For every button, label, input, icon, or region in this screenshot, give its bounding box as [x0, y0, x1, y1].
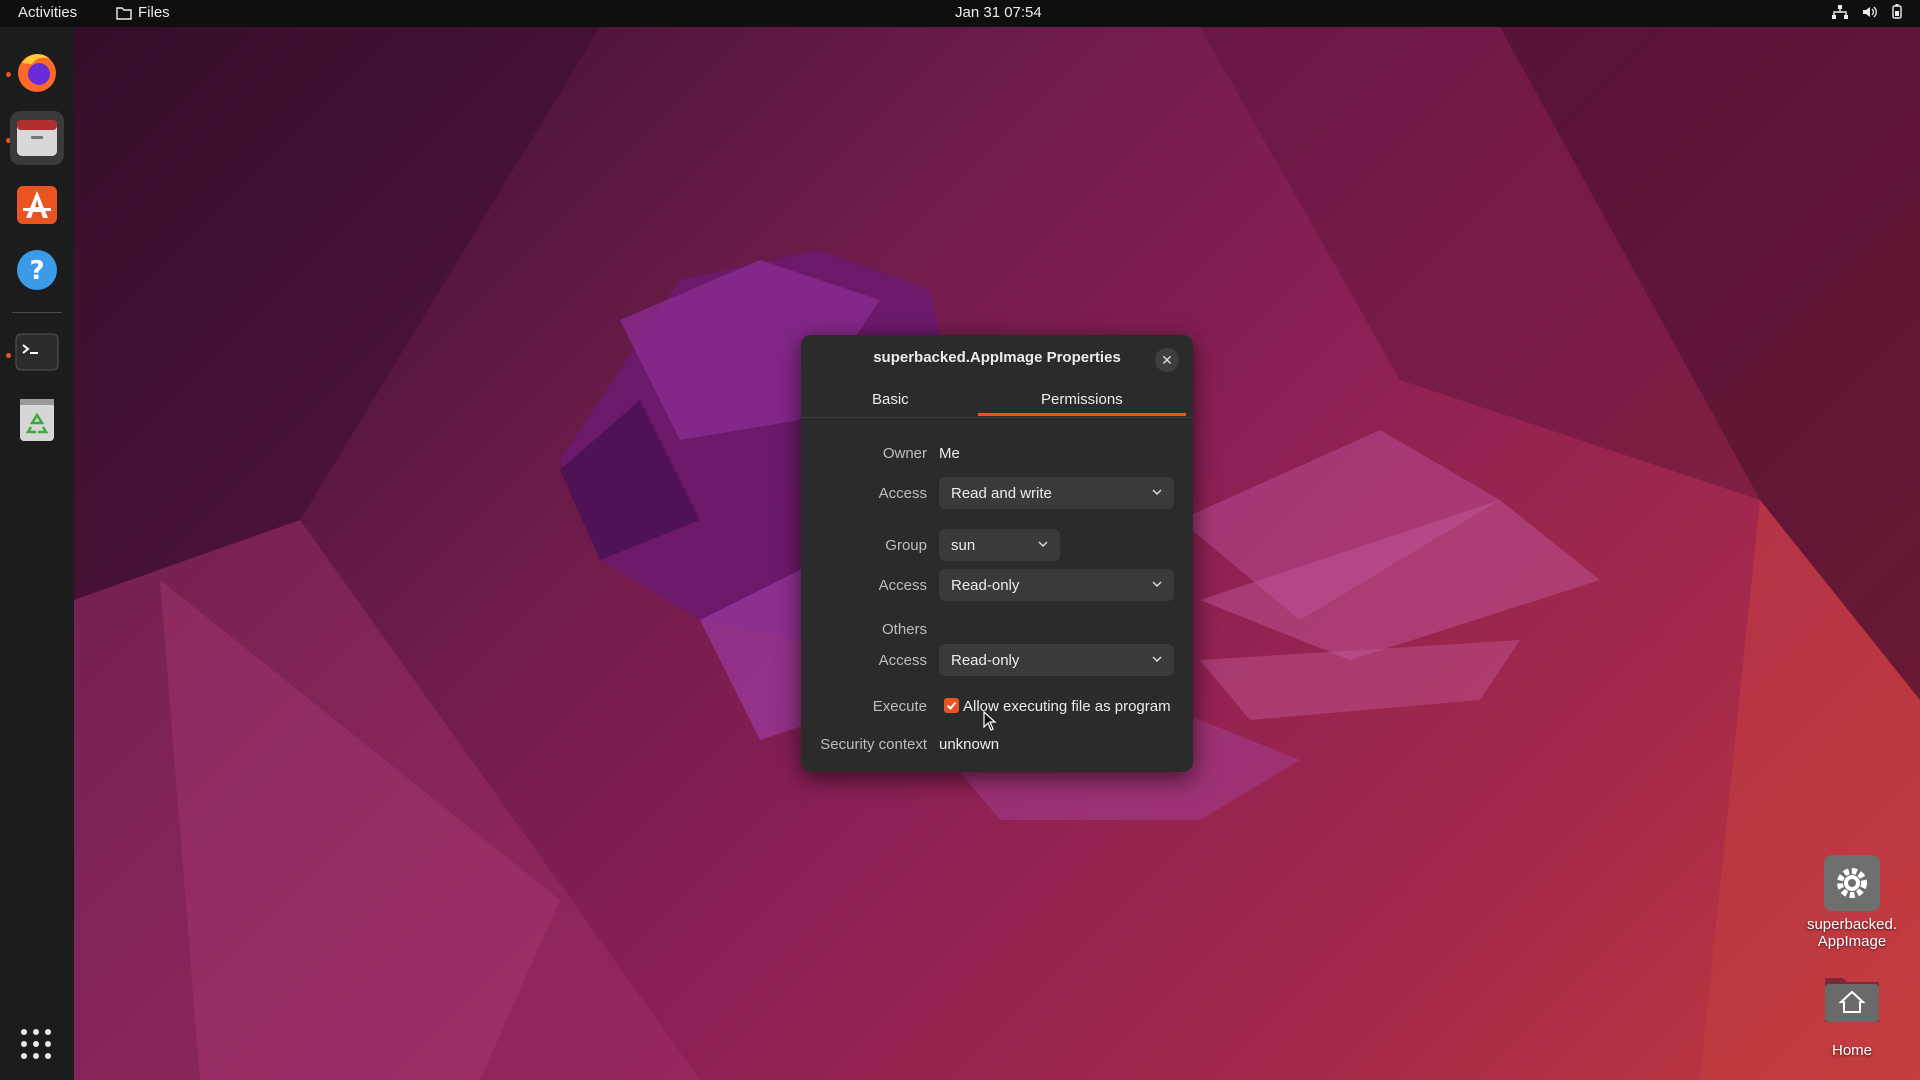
dock-firefox[interactable]	[10, 45, 64, 99]
security-context-value: unknown	[939, 736, 1000, 753]
group-access-value: Read-only	[951, 576, 1020, 594]
help-icon: ?	[17, 250, 57, 290]
desktop-icon-label: AppImage	[1817, 933, 1887, 950]
svg-text:?: ?	[29, 256, 44, 286]
app-menu-button[interactable]: Files	[116, 4, 170, 21]
others-access-label: Access	[878, 652, 927, 669]
dock-app-center[interactable]	[10, 177, 64, 231]
group-access-dropdown[interactable]: Read-only	[939, 569, 1174, 601]
owner-access-value: Read and write	[951, 484, 1052, 502]
checkmark-icon	[946, 701, 957, 710]
files-icon	[17, 120, 57, 156]
desktop-icon-label: Home	[1831, 1042, 1872, 1059]
chevron-down-icon	[1152, 489, 1162, 496]
desktop-icon-superbacked[interactable]: superbacked. AppImage	[1797, 854, 1907, 950]
battery-icon	[1892, 4, 1902, 19]
firefox-icon	[18, 54, 56, 92]
owner-value: Me	[939, 445, 960, 462]
group-access-label: Access	[878, 577, 927, 594]
trash-icon	[20, 399, 54, 441]
system-status-area[interactable]	[1832, 4, 1902, 19]
group-value: sun	[951, 536, 976, 554]
gear-icon	[1824, 855, 1880, 911]
group-label: Group	[885, 537, 927, 554]
desktop-icon-home[interactable]: Home	[1797, 972, 1907, 1059]
desktop-icon-label: superbacked.	[1806, 916, 1898, 933]
app-center-icon	[17, 186, 57, 224]
owner-label: Owner	[882, 445, 927, 462]
dock-files[interactable]	[10, 111, 64, 165]
clock[interactable]: Jan 31 07:54	[955, 4, 1042, 21]
security-context-label: Security context	[820, 736, 927, 753]
execute-label: Execute	[872, 698, 927, 715]
owner-access-dropdown[interactable]: Read and write	[939, 477, 1174, 509]
tab-bar: Basic Permissions	[801, 383, 1193, 417]
dock-trash[interactable]	[10, 393, 64, 447]
volume-icon	[1863, 6, 1877, 17]
dock-separator	[12, 312, 62, 313]
selected-tab-indicator	[978, 413, 1186, 416]
show-apps-button[interactable]	[19, 1027, 53, 1066]
others-label: Others	[881, 621, 927, 638]
mouse-pointer-icon	[983, 711, 997, 731]
tab-divider	[801, 417, 1193, 418]
dock: ?	[0, 27, 74, 1080]
others-access-value: Read-only	[951, 651, 1020, 669]
activities-button[interactable]: Activities	[18, 4, 77, 21]
show-apps-icon	[21, 1029, 51, 1059]
group-dropdown[interactable]: sun	[939, 529, 1060, 561]
execute-checkbox[interactable]	[944, 698, 959, 713]
close-button[interactable]: ✕	[1155, 348, 1179, 372]
terminal-icon	[15, 333, 59, 371]
chevron-down-icon	[1038, 541, 1048, 548]
dock-help[interactable]: ?	[10, 243, 64, 297]
network-icon	[1832, 4, 1848, 19]
close-icon: ✕	[1161, 351, 1173, 368]
tab-permissions[interactable]: Permissions	[1041, 391, 1123, 408]
properties-dialog: superbacked.AppImage Properties ✕ Basic …	[801, 335, 1193, 772]
dialog-title: superbacked.AppImage Properties	[873, 349, 1121, 366]
folder-icon	[116, 6, 132, 20]
home-folder-icon	[1825, 978, 1879, 1022]
others-access-dropdown[interactable]: Read-only	[939, 644, 1174, 676]
chevron-down-icon	[1152, 656, 1162, 663]
owner-access-label: Access	[878, 485, 927, 502]
dock-terminal[interactable]	[10, 325, 64, 379]
chevron-down-icon	[1152, 581, 1162, 588]
top-bar: Activities Files Jan 31 07:54	[0, 0, 1920, 27]
app-name-label: Files	[138, 4, 170, 21]
tab-basic[interactable]: Basic	[872, 391, 909, 408]
